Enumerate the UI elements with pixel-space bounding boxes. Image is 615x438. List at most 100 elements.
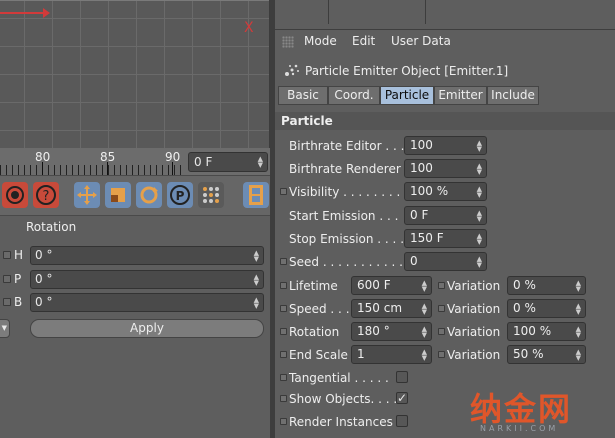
spinner-icon[interactable]: ▲ ▼: [576, 303, 581, 316]
speed-variation-field[interactable]: 0 % ▲ ▼: [507, 299, 586, 318]
spinner-icon[interactable]: ▲ ▼: [422, 303, 427, 316]
menu-mode[interactable]: Mode: [304, 34, 337, 48]
tangential-checkbox[interactable]: [396, 371, 408, 383]
stop-emission-value: 150 F: [410, 231, 444, 245]
speed-variation-label: Variation: [447, 302, 501, 316]
rotate-tool-button[interactable]: [136, 182, 162, 208]
spinner-icon[interactable]: ▲ ▼: [254, 250, 259, 263]
spinner-icon[interactable]: ▲ ▼: [477, 163, 482, 176]
spinner-icon[interactable]: ▲ ▼: [258, 156, 263, 169]
start-emission-field[interactable]: 0 F ▲ ▼: [404, 206, 487, 225]
rotation-variation-field[interactable]: 100 % ▲ ▼: [507, 322, 586, 341]
viewport[interactable]: X: [0, 0, 270, 148]
spinner-icon[interactable]: ▲ ▼: [477, 140, 482, 153]
keyframe-dot[interactable]: [280, 188, 287, 195]
keyframe-dot[interactable]: [438, 305, 445, 312]
keyframe-dot[interactable]: [438, 351, 445, 358]
tab-include[interactable]: Include: [487, 86, 539, 105]
ruler-major-tick: [42, 162, 43, 175]
keyframe-dot[interactable]: [280, 282, 287, 289]
rotation-p-field[interactable]: 0 ° ▲ ▼: [30, 270, 264, 289]
seed-field[interactable]: 0 ▲ ▼: [404, 252, 487, 271]
autokey-button[interactable]: ?: [33, 182, 59, 208]
lifetime-variation-value: 0 %: [513, 278, 536, 292]
move-tool-button[interactable]: [74, 182, 100, 208]
stop-emission-field[interactable]: 150 F ▲ ▼: [404, 229, 487, 248]
end-scale-variation-field[interactable]: 50 % ▲ ▼: [507, 345, 586, 364]
end-scale-value: 1: [357, 347, 365, 361]
lifetime-variation-field[interactable]: 0 % ▲ ▼: [507, 276, 586, 295]
current-frame-field[interactable]: 0 F ▲ ▼: [188, 152, 268, 172]
spinner-icon[interactable]: ▲ ▼: [254, 297, 259, 310]
keyframe-dot[interactable]: [280, 418, 287, 425]
birthrate-renderer-field[interactable]: 100 ▲ ▼: [404, 159, 487, 178]
keyframe-dot[interactable]: [280, 374, 287, 381]
spinner-icon[interactable]: ▲ ▼: [477, 233, 482, 246]
show-objects-checkbox[interactable]: ✓: [396, 392, 408, 404]
spinner-icon[interactable]: ▲ ▼: [576, 280, 581, 293]
birthrate-editor-field[interactable]: 100 ▲ ▼: [404, 136, 487, 155]
watermark-url: NARKII.COM: [480, 424, 559, 433]
spinner-icon[interactable]: ▲ ▼: [477, 210, 482, 223]
keyframe-dot[interactable]: [280, 328, 287, 335]
film-button[interactable]: [243, 182, 269, 208]
birthrate-renderer-label: Birthrate Renderer: [289, 162, 401, 176]
rotation-h-field[interactable]: 0 ° ▲ ▼: [30, 246, 264, 265]
keyframe-dot[interactable]: [438, 282, 445, 289]
rotation-field[interactable]: 180 ° ▲ ▼: [351, 322, 432, 341]
spinner-icon[interactable]: ▲ ▼: [576, 326, 581, 339]
speed-variation-value: 0 %: [513, 301, 536, 315]
keyframe-dot[interactable]: [280, 258, 287, 265]
point-level-button[interactable]: [198, 182, 224, 208]
spinner-icon[interactable]: ▲ ▼: [254, 274, 259, 287]
apply-button[interactable]: Apply: [30, 319, 264, 338]
menu-edit[interactable]: Edit: [352, 34, 375, 48]
keyframe-dot[interactable]: [3, 298, 11, 306]
dropdown-button[interactable]: ▼: [0, 319, 10, 338]
spinner-icon[interactable]: ▲ ▼: [422, 349, 427, 362]
tab-coord[interactable]: Coord.: [328, 86, 380, 105]
rotation-p-label: P: [14, 272, 22, 286]
tab-particle[interactable]: Particle: [380, 86, 434, 105]
dots-grid-icon: [203, 187, 219, 203]
spinner-icon[interactable]: ▲ ▼: [477, 256, 482, 269]
scale-tool-button[interactable]: [105, 182, 131, 208]
record-keyframe-button[interactable]: [2, 182, 28, 208]
tab-basic[interactable]: Basic: [278, 86, 328, 105]
rotation-b-field[interactable]: 0 ° ▲ ▼: [30, 293, 264, 312]
visibility-field[interactable]: 100 % ▲ ▼: [404, 182, 487, 201]
rotate-icon: [140, 186, 158, 204]
tab-emitter[interactable]: Emitter: [434, 86, 487, 105]
spinner-icon[interactable]: ▲ ▼: [422, 326, 427, 339]
spinner-icon[interactable]: ▲ ▼: [576, 349, 581, 362]
lifetime-field[interactable]: 600 F ▲ ▼: [351, 276, 432, 295]
end-scale-label: End Scale: [289, 348, 348, 362]
move-icon: [77, 185, 97, 205]
keyframe-dot[interactable]: [438, 328, 445, 335]
rotation-variation-label: Variation: [447, 325, 501, 339]
object-title: Particle Emitter Object [Emitter.1]: [305, 64, 509, 78]
start-emission-label: Start Emission . . .: [289, 209, 399, 223]
speed-field[interactable]: 150 cm ▲ ▼: [351, 299, 432, 318]
spinner-icon[interactable]: ▲ ▼: [477, 186, 482, 199]
keyframe-dot[interactable]: [3, 251, 11, 259]
timeline-ruler[interactable]: [0, 165, 185, 175]
end-scale-field[interactable]: 1 ▲ ▼: [351, 345, 432, 364]
column-divider: [328, 0, 329, 24]
question-icon: ?: [36, 185, 56, 205]
keyframe-dot[interactable]: [280, 395, 287, 402]
parameter-button[interactable]: P: [167, 182, 193, 208]
timeline[interactable]: 80 85 90 0 F ▲ ▼: [0, 148, 270, 176]
keyframe-dot[interactable]: [3, 275, 11, 283]
keyframe-dot[interactable]: [280, 305, 287, 312]
ruler-major-tick: [172, 162, 173, 175]
show-objects-label: Show Objects. . . .: [289, 392, 398, 406]
menu-user-data[interactable]: User Data: [391, 34, 451, 48]
spinner-icon[interactable]: ▲ ▼: [422, 280, 427, 293]
birthrate-renderer-value: 100: [410, 161, 433, 175]
keyframe-dot[interactable]: [280, 351, 287, 358]
rotation-variation-value: 100 %: [513, 324, 552, 338]
panel-grip-icon[interactable]: [282, 36, 294, 48]
emitter-icon: [285, 64, 299, 76]
render-instances-checkbox[interactable]: [396, 415, 408, 427]
